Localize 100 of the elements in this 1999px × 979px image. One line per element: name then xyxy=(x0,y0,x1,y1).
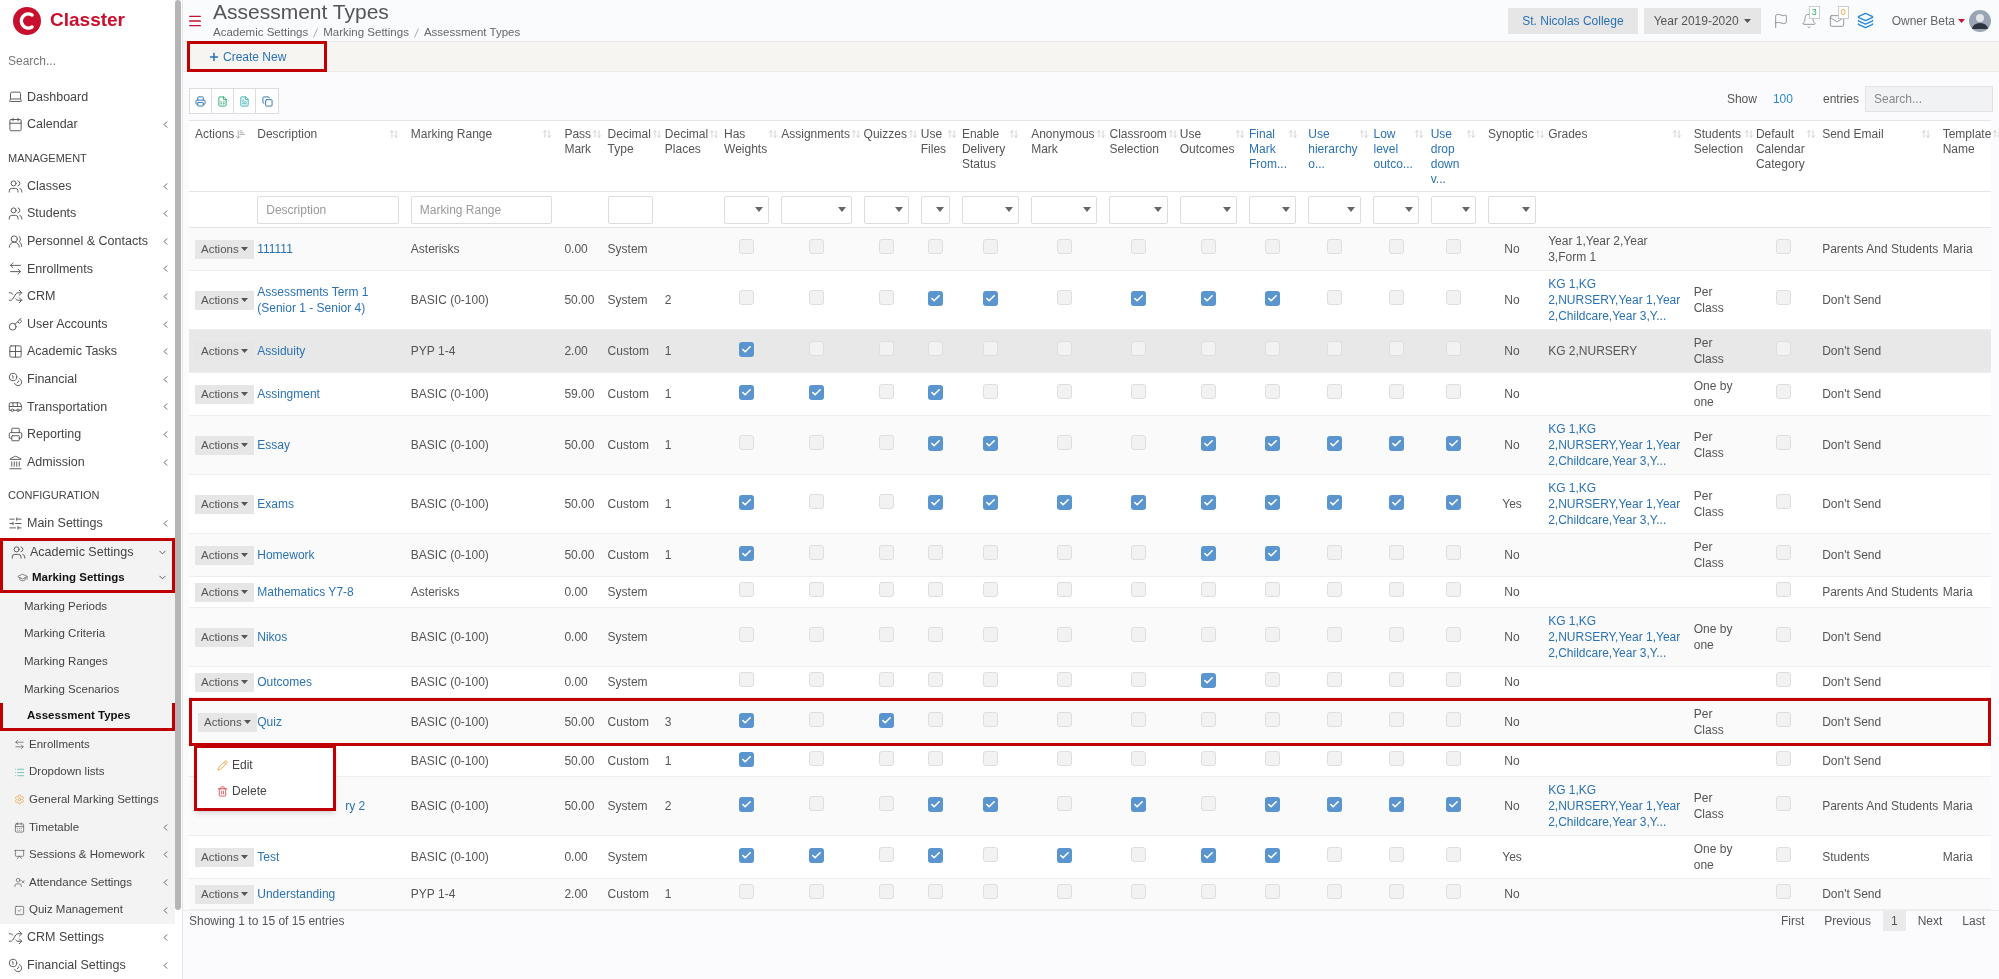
menu-item[interactable]: Delete xyxy=(197,778,333,805)
checkbox[interactable] xyxy=(1056,848,1072,864)
checkbox[interactable] xyxy=(1775,672,1791,688)
sort-icon[interactable] xyxy=(947,129,958,140)
checkbox[interactable] xyxy=(1388,495,1404,511)
checkbox[interactable] xyxy=(1775,494,1791,510)
sidebar-item[interactable]: Marking Scenarios xyxy=(24,680,120,698)
checkbox[interactable] xyxy=(878,884,894,900)
sort-icon[interactable] xyxy=(907,129,918,140)
sidebar-item[interactable]: Timetable xyxy=(14,818,80,836)
actions-button[interactable]: Actions xyxy=(195,494,254,514)
checkbox[interactable] xyxy=(1327,884,1343,900)
description-link[interactable]: Outcomes xyxy=(257,674,399,691)
checkbox[interactable] xyxy=(1131,582,1147,598)
filter-select[interactable] xyxy=(1109,195,1168,224)
checkbox[interactable] xyxy=(1445,672,1461,688)
checkbox[interactable] xyxy=(1056,435,1072,451)
sort-icon[interactable] xyxy=(1534,129,1545,140)
checkbox[interactable] xyxy=(927,239,943,255)
checkbox[interactable] xyxy=(983,545,999,561)
layers-icon[interactable] xyxy=(1856,12,1874,30)
checkbox[interactable] xyxy=(983,384,999,400)
checkbox[interactable] xyxy=(878,713,894,729)
checkbox[interactable] xyxy=(808,385,824,401)
menu-item[interactable]: Edit xyxy=(197,752,333,779)
actions-button[interactable]: Actions xyxy=(195,435,254,455)
sidebar-item[interactable]: Personnel & Contacts xyxy=(8,232,148,251)
column-header[interactable]: Pass Mark xyxy=(564,127,592,158)
description-link[interactable]: 111111 xyxy=(257,241,399,258)
checkbox[interactable] xyxy=(1327,545,1343,561)
grades-link[interactable]: KG 1,KG 2,NURSERY,Year 1,Year 2,Childcare,Year 3,Y... xyxy=(1548,782,1682,831)
checkbox[interactable] xyxy=(1131,291,1147,307)
filter-select[interactable] xyxy=(961,195,1020,224)
sort-icon[interactable] xyxy=(1358,129,1369,140)
grades-link[interactable]: KG 1,KG 2,NURSERY,Year 1,Year 2,Childcare,Year 3,Y... xyxy=(1548,276,1682,325)
filter-select[interactable] xyxy=(1373,195,1419,224)
checkbox[interactable] xyxy=(927,436,943,452)
sort-icon[interactable] xyxy=(850,129,861,140)
description-link[interactable]: Mathematics Y7-8 xyxy=(257,584,399,601)
checkbox[interactable] xyxy=(1265,627,1281,643)
actions-button[interactable]: Actions xyxy=(195,582,254,602)
sidebar-item[interactable]: Classes xyxy=(8,176,72,196)
sort-icon[interactable] xyxy=(1744,129,1755,140)
grades-link[interactable]: KG 1,KG 2,NURSERY,Year 1,Year 2,Childcare,Year 3,Y... xyxy=(1548,421,1682,470)
checkbox[interactable] xyxy=(739,797,755,813)
column-header[interactable]: Default Calendar Category xyxy=(1755,127,1805,173)
checkbox[interactable] xyxy=(1265,582,1281,598)
checkbox[interactable] xyxy=(983,495,999,511)
checkbox[interactable] xyxy=(739,435,755,451)
checkbox[interactable] xyxy=(1775,435,1791,451)
column-header[interactable]: Quizzes xyxy=(863,127,907,143)
actions-button[interactable]: Actions xyxy=(195,627,254,647)
checkbox[interactable] xyxy=(878,435,894,451)
sidebar-item[interactable]: Marking Ranges xyxy=(24,653,108,671)
breadcrumb-link[interactable]: Marking Settings xyxy=(323,24,409,42)
checkbox[interactable] xyxy=(1775,545,1791,561)
sidebar-item[interactable]: Quiz Management xyxy=(14,901,123,919)
checkbox[interactable] xyxy=(927,545,943,561)
checkbox[interactable] xyxy=(1056,239,1072,255)
checkbox[interactable] xyxy=(1265,384,1281,400)
checkbox[interactable] xyxy=(808,796,824,812)
actions-button[interactable]: Actions xyxy=(195,384,254,404)
sort-icon[interactable] xyxy=(1465,129,1476,140)
year-dropdown[interactable]: Year 2019-2020 xyxy=(1643,7,1761,34)
checkbox[interactable] xyxy=(1775,582,1791,598)
flag-icon[interactable] xyxy=(1772,12,1789,29)
search-field[interactable]: Search... xyxy=(8,49,167,74)
filter-field[interactable] xyxy=(607,195,653,224)
actions-button[interactable]: Actions xyxy=(195,545,254,565)
actions-button[interactable]: Actions xyxy=(195,239,254,259)
checkbox[interactable] xyxy=(1388,884,1404,900)
filter-select[interactable] xyxy=(1249,195,1297,224)
checkbox[interactable] xyxy=(1131,435,1147,451)
checkbox[interactable] xyxy=(1131,239,1147,255)
checkbox[interactable] xyxy=(878,627,894,643)
column-header[interactable]: Marking Range xyxy=(410,127,493,143)
checkbox[interactable] xyxy=(927,495,943,511)
scrollbar[interactable] xyxy=(175,0,181,910)
sort-icon[interactable] xyxy=(768,129,779,140)
checkbox[interactable] xyxy=(1327,582,1343,598)
checkbox[interactable] xyxy=(1131,672,1147,688)
checkbox[interactable] xyxy=(878,545,894,561)
checkbox[interactable] xyxy=(927,712,943,728)
checkbox[interactable] xyxy=(808,290,824,306)
checkbox[interactable] xyxy=(1131,884,1147,900)
sidebar-item[interactable]: Main Settings xyxy=(8,514,103,534)
checkbox[interactable] xyxy=(1327,495,1343,511)
checkbox[interactable] xyxy=(739,713,755,729)
sidebar-item[interactable]: Marking Periods xyxy=(24,597,108,616)
checkbox[interactable] xyxy=(927,884,943,900)
column-header[interactable]: Use Outcomes xyxy=(1179,127,1235,158)
checkbox[interactable] xyxy=(1445,239,1461,255)
checkbox[interactable] xyxy=(927,291,943,307)
filter-select[interactable] xyxy=(1430,195,1476,224)
checkbox[interactable] xyxy=(1200,239,1216,255)
description-link[interactable]: Assiduity xyxy=(257,343,399,360)
column-header[interactable]: Classroom Selection xyxy=(1109,127,1167,158)
avatar[interactable] xyxy=(1969,9,1991,32)
checkbox[interactable] xyxy=(1327,239,1343,255)
grades-link[interactable]: KG 1,KG 2,NURSERY,Year 1,Year 2,Childcare,Year 3,Y... xyxy=(1548,480,1682,529)
